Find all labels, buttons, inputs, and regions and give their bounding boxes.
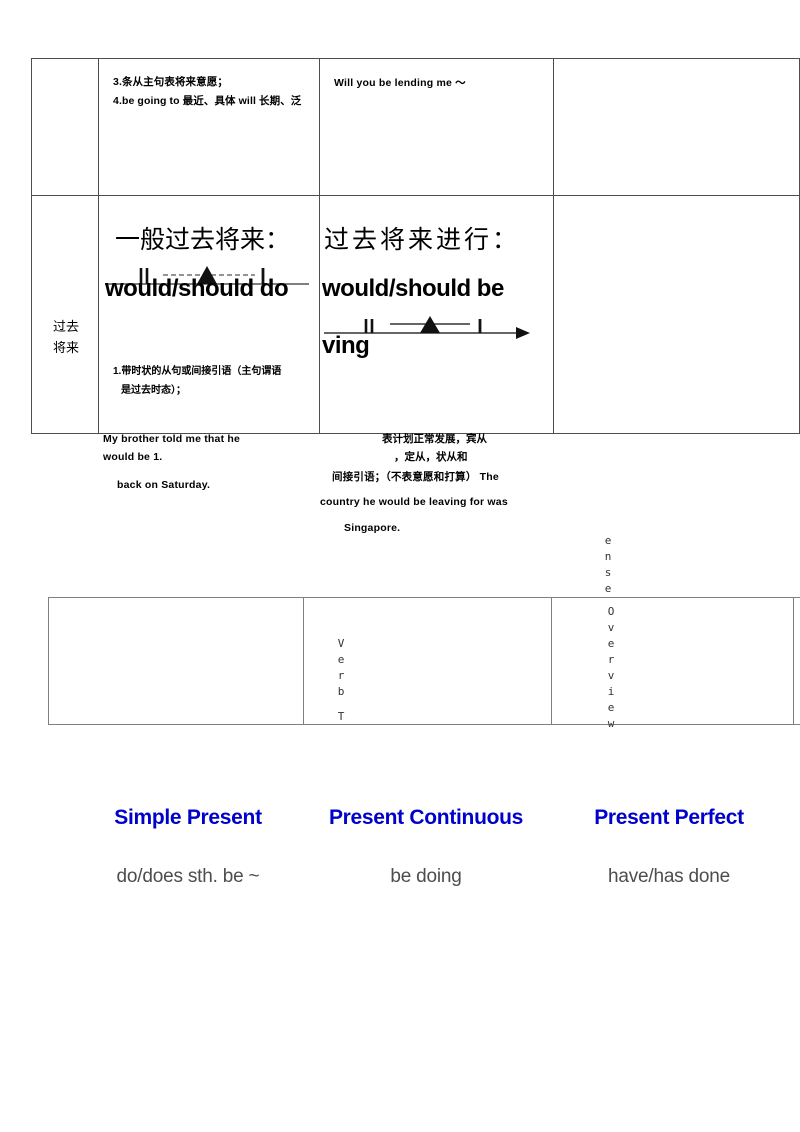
example-right-line2: country he would be leaving for was xyxy=(320,496,508,509)
future-notes: 3.条从主句表将来意愿； 4.be going to 最近、具体 will 长期… xyxy=(113,73,301,112)
tense-column-present-perfect: Present Perfect have/has done xyxy=(565,806,773,888)
future-note-line-4: 4.be going to 最近、具体 will 长期、泛 xyxy=(113,95,302,108)
overview-char-1: v xyxy=(607,620,615,634)
table-row: 过去 将来 一般过去将来： would/should do 1.带时状的从句或间… xyxy=(31,195,800,434)
row1-cell-notes: 3.条从主句表将来意愿； 4.be going to 最近、具体 will 长期… xyxy=(98,58,320,196)
future-example-sentence: Will you be lending me ～ xyxy=(334,77,466,89)
past-future-continuous-form-line1: would/should be xyxy=(322,275,504,302)
example-right-line1: 间接引语；（不表意愿和打算） The xyxy=(332,471,499,483)
vertical-text-ense: e n s e xyxy=(601,533,615,597)
tense-form-present-perfect: have/has done xyxy=(607,866,731,887)
tense-title-present-continuous: Present Continuous xyxy=(328,806,524,829)
ense-char-0: e xyxy=(604,534,612,547)
overview-char-3: r xyxy=(607,652,615,666)
row2-cell-simple-past-future: 一般过去将来： would/should do 1.带时状的从句或间接引语（主句… xyxy=(98,195,320,434)
row1-cell-example: Will you be lending me ～ xyxy=(319,58,554,196)
tense-column-present-continuous: Present Continuous be doing xyxy=(318,806,534,888)
row1-cell-label xyxy=(31,58,99,196)
overview-char-5: i xyxy=(607,684,615,698)
ense-char-2: s xyxy=(604,565,612,579)
past-future-label-line2: 将来 xyxy=(52,340,79,356)
past-future-continuous-usage-cjk: 表计划正常发展，宾从 ，定从，状从和 xyxy=(382,430,582,467)
tense-form-simple-present: do/does sth. be ~ xyxy=(116,866,260,887)
tense-form-present-continuous: be doing xyxy=(390,866,462,887)
usage-cjk-line1: 表计划正常发展，宾从 xyxy=(382,433,487,445)
past-future-example-left: My brother told me that he would be 1. b… xyxy=(103,430,313,494)
tense-overview-table: V e r b T O v e r v i e w xyxy=(48,597,800,730)
bottom-cell-overview: O v e r v i e w xyxy=(551,597,794,730)
verb-char-t: T xyxy=(337,709,345,723)
verb-char-0: V xyxy=(337,637,345,650)
overview-char-2: e xyxy=(607,636,615,650)
row1-cell-empty xyxy=(553,58,800,196)
overview-char-6: e xyxy=(607,700,615,714)
table-row: V e r b T O v e r v i e w xyxy=(48,597,800,730)
bottom-cell-1 xyxy=(48,597,304,725)
tense-title-present-perfect: Present Perfect xyxy=(594,806,744,829)
document-page: 3.条从主句表将来意愿； 4.be going to 最近、具体 will 长期… xyxy=(0,0,800,1132)
tense-title-simple-present: Simple Present xyxy=(114,806,262,829)
example-left-line2: would be 1. xyxy=(103,451,163,464)
note-line-1: 1.带时状的从句或间接引语（主句谓语 xyxy=(113,366,282,377)
table-row: 3.条从主句表将来意愿； 4.be going to 最近、具体 will 长期… xyxy=(31,58,800,196)
bottom-cell-verb: V e r b T xyxy=(303,597,552,725)
past-future-label: 过去 将来 xyxy=(40,317,92,359)
row2-cell-past-future-continuous: 过去将来进行： would/should be ving xyxy=(319,195,554,434)
past-future-label-line1: 过去 xyxy=(52,319,79,335)
row2-cell-empty xyxy=(553,195,800,434)
verb-char-3: b xyxy=(337,684,345,698)
vertical-text-verb: V e r b T xyxy=(334,636,348,725)
overview-char-4: v xyxy=(607,668,615,682)
ense-char-1: n xyxy=(604,549,612,563)
example-right-line3: Singapore. xyxy=(344,521,401,534)
simple-past-future-notes: 1.带时状的从句或间接引语（主句谓语 是过去时态）； xyxy=(113,362,309,400)
verb-char-1: e xyxy=(337,652,345,666)
overview-char-0: O xyxy=(607,605,615,618)
row2-cell-label: 过去 将来 xyxy=(31,195,99,434)
usage-cjk-line2: ，定从，状从和 xyxy=(394,451,468,464)
simple-past-future-form: would/should do xyxy=(105,275,289,302)
note-line-2: 是过去时态）； xyxy=(121,385,186,396)
verb-char-2: r xyxy=(337,668,345,682)
bottom-cell-4 xyxy=(793,597,800,725)
future-note-line-3: 3.条从主句表将来意愿； xyxy=(113,76,228,88)
example-left-line1: My brother told me that he xyxy=(103,433,241,445)
grammar-table: 3.条从主句表将来意愿； 4.be going to 最近、具体 will 长期… xyxy=(31,58,800,434)
vertical-text-overview: O v e r v i e w xyxy=(604,604,618,732)
past-future-continuous-form-line2: ving xyxy=(322,332,370,359)
example-left-line3: back on Saturday. xyxy=(117,478,211,491)
past-future-continuous-heading: 过去将来进行： xyxy=(324,226,521,254)
tense-column-simple-present: Simple Present do/does sth. be ~ xyxy=(88,806,288,888)
past-future-continuous-example: 间接引语；（不表意愿和打算） The country he would be l… xyxy=(320,468,580,537)
simple-past-future-heading: 一般过去将来： xyxy=(115,226,291,254)
ense-char-3: e xyxy=(604,581,612,595)
overview-char-7: w xyxy=(607,716,615,730)
verb-gap xyxy=(334,700,348,709)
